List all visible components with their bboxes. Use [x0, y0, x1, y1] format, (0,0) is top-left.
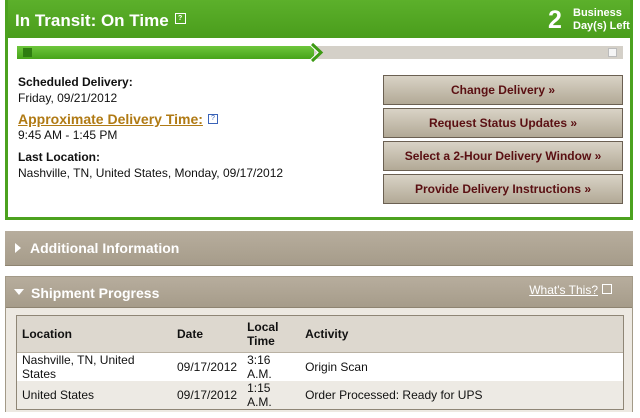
additional-information-header[interactable]: Additional Information	[5, 231, 633, 266]
help-icon[interactable]: ?	[174, 13, 186, 24]
shipment-progress-panel: Shipment Progress What's This? Location …	[5, 276, 633, 412]
column-header-location: Location	[17, 316, 172, 353]
request-status-updates-button[interactable]: Request Status Updates »	[383, 108, 623, 138]
table-header-row: Location Date Local Time Activity	[17, 316, 623, 353]
whats-this-link[interactable]: What's This?	[529, 283, 612, 297]
column-header-local-time: Local Time	[242, 316, 301, 353]
transit-status-title: In Transit: On Time?	[15, 11, 186, 31]
progress-fill	[17, 46, 314, 59]
shipment-progress-table: Location Date Local Time Activity Nashvi…	[16, 315, 624, 410]
column-header-local-time-line2: Time	[247, 334, 275, 348]
table-row: United States 09/17/2012 1:15 A.M. Order…	[17, 381, 623, 409]
last-location-value: Nashville, TN, United States, Monday, 09…	[18, 166, 284, 180]
table-row: Nashville, TN, United States 09/17/2012 …	[17, 352, 623, 381]
approx-delivery-time-link[interactable]: Approximate Delivery Time:	[18, 111, 203, 127]
scheduled-delivery-label: Scheduled Delivery:	[18, 75, 133, 89]
delivery-instructions-button[interactable]: Provide Delivery Instructions »	[383, 174, 623, 204]
scheduled-delivery-value: Friday, 09/21/2012	[18, 91, 118, 105]
progress-end-marker	[608, 48, 617, 57]
row-date: 09/17/2012	[172, 381, 243, 409]
shipment-progress-title: Shipment Progress	[31, 285, 160, 301]
delivery-progress-bar	[17, 42, 623, 63]
column-header-date: Date	[172, 316, 243, 353]
transit-title-text: In Transit: On Time	[15, 11, 169, 30]
collapse-triangle-icon	[14, 289, 24, 295]
row-time: 3:16 A.M.	[247, 353, 272, 381]
days-left-label: Business Day(s) Left	[573, 7, 630, 33]
row-location: United States	[17, 381, 172, 409]
progress-start-marker	[23, 48, 32, 57]
last-location-label: Last Location:	[18, 150, 101, 164]
shipment-progress-header[interactable]: Shipment Progress What's This?	[6, 277, 632, 308]
row-location: Nashville, TN, United States	[22, 353, 135, 381]
change-delivery-button[interactable]: Change Delivery »	[383, 75, 623, 105]
row-activity: Order Processed: Ready for UPS	[300, 381, 623, 409]
row-activity: Origin Scan	[305, 360, 368, 374]
expand-triangle-icon	[15, 243, 21, 253]
approx-delivery-value: 9:45 AM - 1:45 PM	[18, 128, 118, 142]
additional-information-title: Additional Information	[30, 240, 180, 256]
row-time: 1:15 A.M.	[242, 381, 301, 409]
row-date: 09/17/2012	[177, 360, 238, 374]
column-header-activity: Activity	[300, 316, 623, 353]
progress-arrow-icon	[310, 42, 324, 63]
transit-panel: In Transit: On Time? 2 Business Day(s) L…	[5, 0, 633, 220]
days-left-count: 2	[548, 6, 562, 34]
transit-header: In Transit: On Time? 2 Business Day(s) L…	[8, 0, 630, 38]
days-left-label-line2: Day(s) Left	[573, 20, 630, 32]
popup-icon	[602, 284, 612, 294]
column-header-local-time-line1: Local	[247, 320, 279, 334]
select-delivery-window-button[interactable]: Select a 2-Hour Delivery Window »	[383, 141, 623, 171]
help-icon[interactable]: ?	[207, 114, 218, 124]
days-left-label-line1: Business	[573, 7, 622, 19]
whats-this-text: What's This?	[529, 283, 598, 297]
approx-delivery-row: Approximate Delivery Time:?	[18, 111, 218, 127]
